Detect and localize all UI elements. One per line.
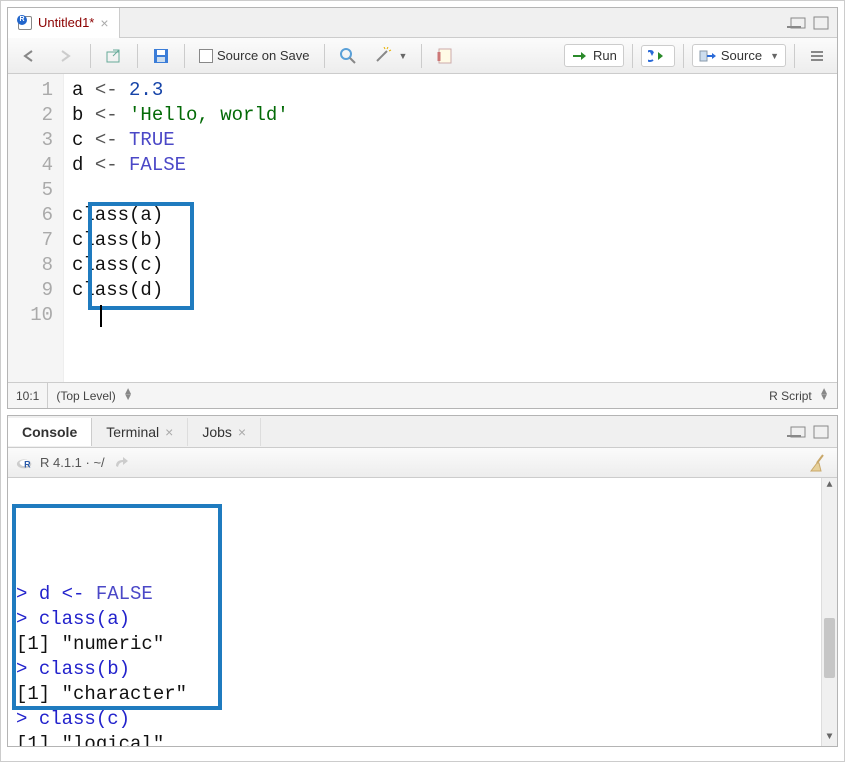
minimize-icon[interactable] <box>787 425 807 439</box>
close-icon[interactable]: × <box>100 15 108 31</box>
checkbox-icon <box>199 49 213 63</box>
rerun-button[interactable] <box>641 45 675 67</box>
separator <box>90 44 91 68</box>
separator <box>794 44 795 68</box>
back-button[interactable] <box>14 45 46 67</box>
forward-arrow-icon <box>56 48 76 64</box>
source-editor-pane: Untitled1* × Source on Sa <box>7 7 838 409</box>
run-button[interactable]: Run <box>564 44 624 67</box>
console-pane: Console Terminal × Jobs × R R 4.1.1 · ~/ <box>7 415 838 747</box>
cursor-position: 10:1 <box>16 389 39 403</box>
close-icon[interactable]: × <box>238 424 246 440</box>
editor-window-controls <box>787 16 829 30</box>
console-window-controls <box>787 425 829 439</box>
dropdown-caret-icon: ▼ <box>770 51 779 61</box>
scrollbar[interactable]: ▲ ▼ <box>821 478 837 746</box>
scope-selector[interactable]: (Top Level) ▲▼ <box>56 389 133 403</box>
rerun-icon <box>648 49 668 63</box>
console-tab-bar: Console Terminal × Jobs × <box>8 416 837 448</box>
clear-console-button[interactable] <box>809 453 829 473</box>
editor-tab-untitled1[interactable]: Untitled1* × <box>8 8 120 38</box>
source-on-save-label: Source on Save <box>217 48 310 63</box>
code-tools-button[interactable]: ▼ <box>367 44 414 68</box>
broom-icon <box>809 453 829 473</box>
editor-tab-bar: Untitled1* × <box>8 8 837 38</box>
r-logo-icon: R <box>16 454 34 472</box>
editor-toolbar: Source on Save ▼ Run Source ▼ <box>8 38 837 74</box>
save-button[interactable] <box>146 44 176 68</box>
separator <box>184 44 185 68</box>
notebook-icon <box>436 47 454 65</box>
maximize-icon[interactable] <box>813 16 829 30</box>
text-caret <box>100 305 102 327</box>
tab-console[interactable]: Console <box>8 418 92 446</box>
source-button[interactable]: Source ▼ <box>692 44 786 67</box>
goto-wd-button[interactable] <box>111 454 131 472</box>
maximize-icon[interactable] <box>813 425 829 439</box>
back-arrow-icon <box>20 48 40 64</box>
popup-icon <box>105 48 123 64</box>
compile-report-button[interactable] <box>430 44 460 68</box>
outline-icon <box>809 49 825 63</box>
console-toolbar: R R 4.1.1 · ~/ <box>8 448 837 478</box>
dropdown-caret-icon: ▼ <box>399 51 408 61</box>
find-button[interactable] <box>333 44 363 68</box>
scroll-up-icon[interactable]: ▲ <box>822 478 837 494</box>
outline-button[interactable] <box>803 46 831 66</box>
close-icon[interactable]: × <box>165 424 173 440</box>
r-file-icon <box>18 16 32 30</box>
editor-tab-title: Untitled1* <box>38 15 94 30</box>
sort-arrows-icon: ▲▼ <box>819 389 829 401</box>
wand-icon <box>373 47 395 65</box>
line-number-gutter: 12345678910 <box>8 74 64 382</box>
show-in-new-window-button[interactable] <box>99 45 129 67</box>
source-arrow-icon <box>699 49 717 63</box>
separator <box>324 44 325 68</box>
sort-arrows-icon: ▲▼ <box>123 389 133 401</box>
scroll-thumb[interactable] <box>824 618 835 678</box>
code-text-area[interactable]: a <- 2.3b <- 'Hello, world'c <- TRUEd <-… <box>64 74 837 382</box>
filetype-selector[interactable]: R Script ▲▼ <box>769 389 829 403</box>
separator <box>421 44 422 68</box>
forward-button[interactable] <box>50 45 82 67</box>
tab-terminal[interactable]: Terminal × <box>92 418 188 446</box>
console-output[interactable]: ▲ ▼ > d <- FALSE> class(a)[1] "numeric">… <box>8 478 837 746</box>
svg-text:R: R <box>24 459 31 469</box>
tab-jobs[interactable]: Jobs × <box>188 418 261 446</box>
separator <box>632 44 633 68</box>
separator <box>137 44 138 68</box>
run-label: Run <box>593 48 617 63</box>
separator <box>683 44 684 68</box>
magnifier-icon <box>339 47 357 65</box>
r-version-label: R 4.1.1 · ~/ <box>40 455 105 470</box>
source-on-save-toggle[interactable]: Source on Save <box>193 45 316 66</box>
share-arrow-icon <box>113 456 129 470</box>
code-editor[interactable]: 12345678910 a <- 2.3b <- 'Hello, world'c… <box>8 74 837 382</box>
save-icon <box>152 47 170 65</box>
run-arrow-icon <box>571 49 589 63</box>
minimize-icon[interactable] <box>787 16 807 30</box>
source-label: Source <box>721 48 762 63</box>
scroll-down-icon[interactable]: ▼ <box>822 730 837 746</box>
separator <box>47 383 48 408</box>
editor-status-bar: 10:1 (Top Level) ▲▼ R Script ▲▼ <box>8 382 837 408</box>
